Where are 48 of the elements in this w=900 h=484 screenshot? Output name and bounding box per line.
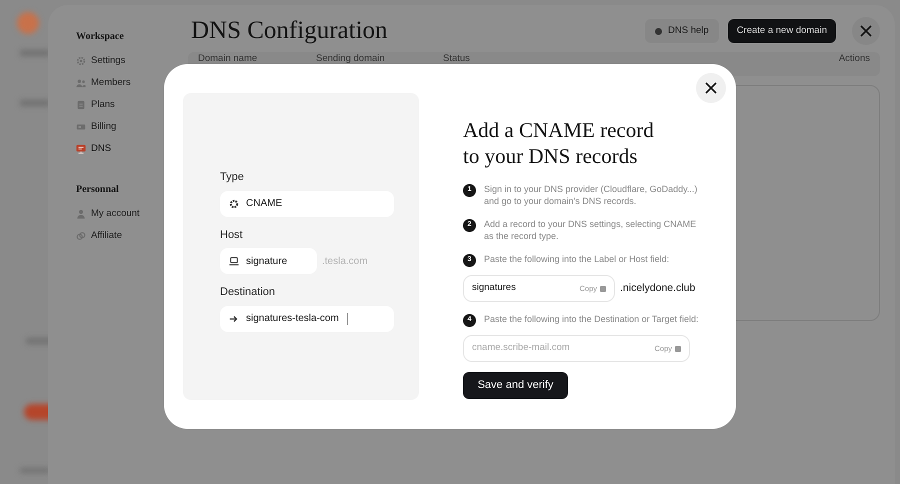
create-domain-button[interactable]: Create a new domain — [728, 19, 836, 43]
copy-icon — [675, 346, 681, 352]
field-label: Type — [220, 170, 245, 185]
input-field[interactable]: signature — [220, 248, 317, 274]
card-icon — [76, 122, 86, 132]
save-and-verify-button[interactable]: Save and verify — [463, 372, 568, 399]
people-icon — [76, 78, 86, 88]
sidebar-item[interactable]: Billing — [76, 116, 116, 138]
help-icon — [655, 28, 662, 34]
sidebar-item[interactable]: Settings — [76, 50, 126, 72]
arrow-icon — [229, 314, 239, 324]
field-label: Host — [220, 228, 244, 242]
laptop-icon — [229, 256, 239, 266]
close-button[interactable] — [852, 17, 880, 45]
column-header: Sending domain — [316, 53, 386, 64]
close-button[interactable] — [696, 73, 726, 103]
sidebar-item[interactable]: Affiliate — [76, 225, 122, 247]
close-icon — [705, 82, 717, 94]
gear-icon — [229, 198, 239, 208]
document-icon — [76, 100, 86, 110]
type-field[interactable]: CNAME — [220, 190, 394, 216]
step-text: Paste the following into the Destination or Target field: — [484, 313, 700, 326]
help-button[interactable]: DNS help — [645, 19, 719, 43]
column-header: Actions — [838, 53, 870, 64]
input-field[interactable]: signatures-tesla-com — [220, 306, 394, 332]
gear-icon — [76, 56, 86, 66]
sidebar-item[interactable]: Plans — [76, 94, 115, 116]
dialog-title: Add a CNAME record to your DNS records — [463, 117, 655, 169]
domain-suffix: .nicelydone.club — [620, 280, 696, 296]
step-text: Sign in to your DNS provider (Cloudflare, GoDaddy...) and go to your domain's DNS records. — [484, 183, 698, 207]
close-icon — [860, 25, 872, 37]
field-label: Destination — [220, 285, 276, 300]
copy-icon — [600, 286, 606, 292]
person-icon — [76, 209, 86, 219]
link-icon — [76, 231, 86, 241]
sidebar-item[interactable]: My account — [76, 203, 140, 225]
section-heading: Personnal — [76, 183, 120, 197]
column-header: Domain name — [198, 53, 258, 64]
step-text: Paste the following into the Label or Host field: — [484, 253, 670, 266]
step-text: Add a record to your DNS settings, selecting CNAME as the record type. — [484, 218, 698, 242]
domain-suffix: .tesla.com — [322, 254, 368, 268]
text-cursor — [346, 312, 348, 324]
sidebar-item[interactable]: Members — [76, 72, 131, 94]
column-header: Status — [443, 53, 471, 64]
sidebar-item[interactable]: DNS — [76, 138, 112, 160]
page-title: DNS Configuration — [191, 16, 388, 46]
section-heading: Workspace — [76, 30, 125, 44]
server-icon — [76, 144, 86, 154]
